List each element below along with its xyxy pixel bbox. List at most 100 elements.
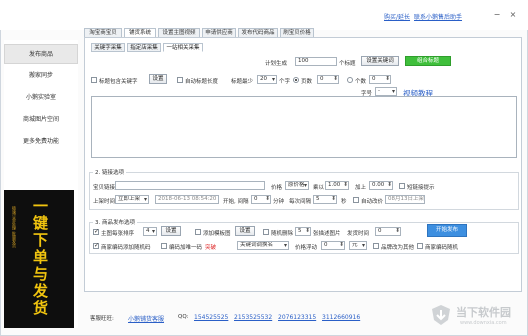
multiply-input[interactable]: 1.00 (325, 181, 349, 190)
promo-banner[interactable]: 一键下单与发货 极速订单处理 批量发货 (4, 190, 74, 328)
seller-code-label: 商家编码随机 (425, 245, 459, 251)
list-time-label: 上架时间 (93, 199, 116, 205)
keyword-textarea[interactable] (91, 96, 517, 158)
brand-label: 品牌改为其他 (381, 245, 415, 251)
price-label: 价格 (271, 185, 283, 191)
ww-label: 客服旺旺: (90, 316, 114, 322)
random-delete-input[interactable]: 5 (295, 227, 311, 236)
main-image-checkbox[interactable] (93, 228, 99, 235)
keyword-swap-select[interactable]: 关键词调换名 (237, 241, 289, 250)
close-icon[interactable]: × (508, 10, 518, 20)
pages-input[interactable]: 0 (317, 75, 339, 84)
count-radio-input[interactable]: 0 (369, 75, 391, 84)
brand-shield-icon (432, 305, 450, 325)
brand-name: 当下软件园 (456, 306, 511, 319)
count-radio[interactable] (347, 77, 353, 83)
count-label: 计划生成 (265, 61, 288, 67)
set-keyword-button[interactable]: 设置关键词 (361, 56, 399, 66)
interval-input[interactable]: 0 (251, 195, 271, 204)
auto-length-checkbox[interactable] (177, 77, 183, 83)
pages-label: 页数 (301, 79, 313, 85)
auto-price-checkbox[interactable] (353, 197, 359, 203)
sidebar-item-sync[interactable]: 搬家同步 (4, 66, 78, 86)
qq-link-1[interactable]: 154525525 (194, 314, 228, 321)
price-float-input[interactable]: 0 (321, 241, 345, 250)
main-image-label: 主图每张排序 (101, 231, 135, 237)
subtab-related[interactable]: 一站相关采集 (163, 43, 203, 52)
unique-code-label: 编码加唯一码 (169, 245, 203, 251)
template-set-button[interactable]: 设置 (235, 226, 255, 236)
generate-title-button[interactable]: 组合标题 (405, 56, 451, 66)
price-float-label: 价格浮动 (295, 245, 318, 251)
link-input[interactable] (115, 181, 265, 190)
title-bar: 购买/延长 联系小鹅售后助手 − × (0, 0, 528, 30)
subtab-store[interactable]: 指定店采集 (127, 43, 161, 52)
title-keyword-checkbox[interactable] (91, 77, 97, 83)
sidebar-item-more[interactable]: 更多免费功能 (4, 132, 78, 152)
add-input[interactable]: 0.00 (369, 181, 393, 190)
min-length-label: 标题最少 (231, 79, 254, 85)
count-unit: 个标题 (339, 61, 356, 67)
brand-checkbox[interactable] (373, 243, 379, 249)
add-label: 加上 (355, 185, 367, 191)
split-input[interactable]: 5 (313, 195, 337, 204)
price-select[interactable]: 原价格 (285, 181, 309, 190)
qq-link-3[interactable]: 2076123315 (278, 314, 316, 321)
short-link-label: 短链接提示 (407, 185, 435, 191)
main-image-set-button[interactable]: 设置 (161, 226, 181, 236)
template-label: 添加模板图 (203, 231, 231, 237)
main-panel: 关键字采集 指定店采集 一站相关采集 计划生成 100 个标题 设置关键词 组合… (84, 37, 522, 292)
datetime-input[interactable]: 2018-06-13 08:54:20 (155, 195, 219, 204)
unique-code-checkbox[interactable] (161, 243, 167, 249)
count-radio-label: 个数 (355, 79, 367, 85)
short-link-checkbox[interactable] (399, 183, 405, 189)
link-label: 宝贝链接 (93, 185, 116, 191)
link-options-title: 2. 链接选项 (93, 168, 126, 176)
banner-title: 一键下单与发货 (31, 198, 49, 317)
random-code-label: 商家编码添加随机码 (101, 245, 151, 251)
auto-length-label: 自动标题长度 (185, 79, 219, 85)
support-link[interactable]: 联系小鹅售后助手 (414, 12, 462, 21)
pages-radio[interactable] (293, 77, 299, 83)
split-label: 每次间隔 (289, 199, 312, 205)
field-select[interactable]: - (375, 87, 397, 96)
brand-logo: 当下软件园 www.downxia.com (430, 302, 520, 332)
banner-subtitle: 极速订单处理 批量发货 (12, 206, 17, 248)
sidebar-item-publish[interactable]: 发布商品 (4, 44, 78, 64)
subtab-keyword[interactable]: 关键字采集 (91, 43, 125, 52)
char-unit: 个字 (279, 79, 291, 85)
interval-label: 开始, 间隔 (223, 199, 249, 205)
random-delete-label: 随机删除 (271, 231, 294, 237)
auto-price-label: 自动改价 (361, 199, 384, 205)
ship-time-label: 发货时间 (347, 231, 370, 237)
seller-code-checkbox[interactable] (417, 243, 423, 249)
start-publish-button[interactable]: 开始发布 (427, 224, 467, 237)
currency-select[interactable]: 元 (349, 241, 367, 250)
qq-link-2[interactable]: 2153525532 (234, 314, 272, 321)
minimize-icon[interactable]: − (492, 10, 502, 20)
auto-price-input[interactable]: 08月13日上架 (385, 195, 425, 204)
brand-url: www.downxia.com (460, 320, 507, 326)
qq-link-4[interactable]: 3112660916 (322, 314, 360, 321)
random-code-checkbox[interactable] (93, 242, 99, 249)
ship-time-input[interactable]: 0 (375, 227, 401, 236)
breakthrough-label: 突破 (205, 245, 217, 251)
multiply-label: 乘以 (313, 185, 325, 191)
desc-images-label: 张描述图片 (313, 231, 341, 237)
random-delete-checkbox[interactable] (263, 229, 269, 235)
split-unit: 秒 (341, 199, 347, 205)
buy-link[interactable]: 购买/延长 (384, 12, 410, 21)
sidebar-item-images[interactable]: 商城图片空间 (4, 110, 78, 130)
list-time-select[interactable]: 立即上架 (115, 195, 149, 204)
template-checkbox[interactable] (195, 229, 201, 235)
sidebar-item-lab[interactable]: 小鹅实验室 (4, 88, 78, 108)
min-length-select[interactable]: 20 (257, 75, 277, 84)
main-image-select[interactable]: 4 (143, 227, 157, 236)
ww-link[interactable]: 小鹅铺货客服 (128, 314, 164, 323)
publish-options-title: 3. 商品发布选项 (93, 218, 137, 226)
qq-label: QQ: (178, 314, 189, 320)
title-set-button[interactable]: 设置 (149, 74, 167, 84)
interval-unit: 分钟 (273, 199, 285, 205)
title-keyword-label: 标题包含关键字 (99, 79, 138, 85)
count-input[interactable]: 100 (295, 57, 337, 66)
